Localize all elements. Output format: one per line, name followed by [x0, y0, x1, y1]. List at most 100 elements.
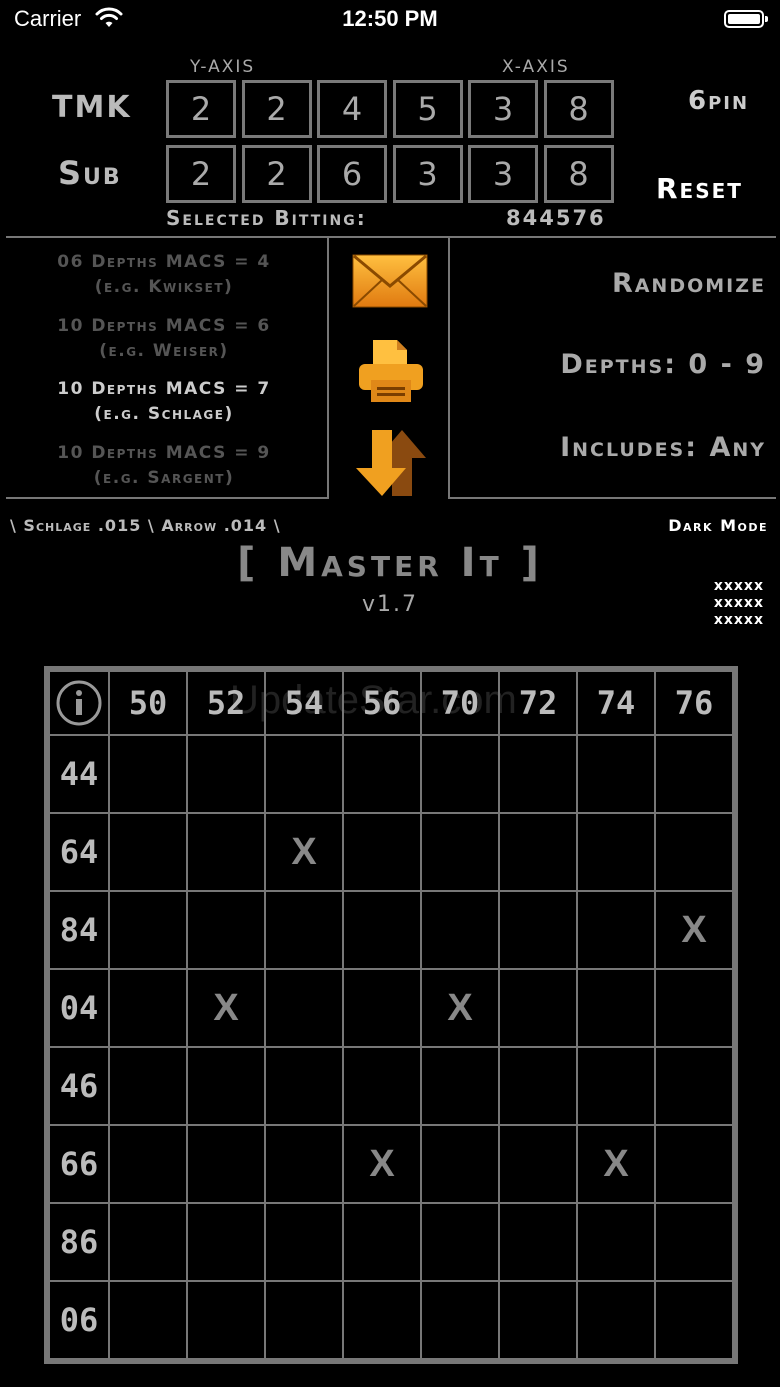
grid-cell[interactable] [266, 1048, 344, 1126]
grid-cell[interactable] [422, 1282, 500, 1360]
grid-cell[interactable] [110, 1204, 188, 1282]
grid-cell[interactable] [344, 892, 422, 970]
grid-cell[interactable] [500, 1048, 578, 1126]
grid-cell[interactable] [188, 736, 266, 814]
reset-button[interactable]: Reset [656, 172, 743, 205]
tmk-cell-1[interactable]: 2 [166, 80, 236, 138]
column-header[interactable]: 74 [578, 672, 656, 736]
column-header[interactable]: 70 [422, 672, 500, 736]
grid-cell[interactable] [578, 1282, 656, 1360]
column-header[interactable]: 76 [656, 672, 734, 736]
grid-cell[interactable] [344, 1282, 422, 1360]
grid-cell[interactable] [656, 814, 734, 892]
grid-cell[interactable] [110, 814, 188, 892]
grid-cell[interactable] [110, 1048, 188, 1126]
grid-cell[interactable] [422, 892, 500, 970]
grid-cell[interactable] [656, 970, 734, 1048]
grid-cell[interactable] [422, 736, 500, 814]
grid-cell[interactable] [110, 892, 188, 970]
grid-cell[interactable] [500, 970, 578, 1048]
grid-cell[interactable] [578, 892, 656, 970]
sub-cell-2[interactable]: 2 [241, 145, 312, 203]
sub-cell-1[interactable]: 2 [166, 145, 236, 203]
grid-cell[interactable] [422, 1048, 500, 1126]
tmk-cell-4[interactable]: 5 [392, 80, 463, 138]
grid-cell[interactable] [500, 892, 578, 970]
tmk-cell-2[interactable]: 2 [241, 80, 312, 138]
row-header[interactable]: 46 [50, 1048, 110, 1126]
grid-cell[interactable] [188, 1048, 266, 1126]
grid-cell[interactable] [422, 1204, 500, 1282]
grid-cell[interactable] [422, 814, 500, 892]
grid-cell[interactable] [578, 1048, 656, 1126]
preset-item[interactable]: 10 Depths MACS = 6 (e.g. Weiser) [8, 314, 320, 364]
tmk-cell-5[interactable]: 3 [468, 80, 538, 138]
grid-cell[interactable] [500, 1126, 578, 1204]
tmk-cell-3[interactable]: 4 [317, 80, 387, 138]
grid-cell[interactable] [110, 1126, 188, 1204]
grid-cell[interactable] [188, 892, 266, 970]
grid-cell[interactable] [110, 970, 188, 1048]
column-header[interactable]: 50 [110, 672, 188, 736]
grid-cell[interactable] [188, 1126, 266, 1204]
swap-arrows-icon[interactable] [354, 428, 428, 502]
row-header[interactable]: 84 [50, 892, 110, 970]
includes-option[interactable]: Includes: Any [560, 432, 766, 463]
grid-cell[interactable] [578, 736, 656, 814]
row-header[interactable]: 44 [50, 736, 110, 814]
grid-cell[interactable] [266, 970, 344, 1048]
grid-cell[interactable] [578, 970, 656, 1048]
column-header[interactable]: 56 [344, 672, 422, 736]
row-header[interactable]: 66 [50, 1126, 110, 1204]
preset-item[interactable]: 10 Depths MACS = 7 (e.g. Schlage) [8, 377, 320, 427]
pin-count-button[interactable]: 6pin [688, 86, 749, 116]
grid-cell[interactable]: X [578, 1126, 656, 1204]
grid-cell[interactable] [656, 1204, 734, 1282]
grid-cell[interactable] [344, 1048, 422, 1126]
grid-cell[interactable] [656, 736, 734, 814]
row-header[interactable]: 04 [50, 970, 110, 1048]
grid-cell[interactable] [656, 1282, 734, 1360]
grid-cell[interactable] [500, 736, 578, 814]
preset-item[interactable]: 06 Depths MACS = 4 (e.g. Kwikset) [8, 250, 320, 300]
grid-cell[interactable] [500, 1204, 578, 1282]
randomize-button[interactable]: Randomize [612, 268, 766, 299]
grid-cell[interactable] [110, 736, 188, 814]
grid-cell[interactable] [500, 1282, 578, 1360]
grid-cell[interactable] [344, 736, 422, 814]
grid-cell[interactable] [500, 814, 578, 892]
grid-cell[interactable] [188, 1204, 266, 1282]
grid-cell[interactable]: X [656, 892, 734, 970]
grid-cell[interactable] [188, 814, 266, 892]
row-header[interactable]: 64 [50, 814, 110, 892]
grid-cell[interactable] [110, 1282, 188, 1360]
grid-cell[interactable] [266, 892, 344, 970]
preset-item[interactable]: 10 Depths MACS = 9 (e.g. Sargent) [8, 441, 320, 491]
tmk-cell-6[interactable]: 8 [543, 80, 614, 138]
printer-icon[interactable] [357, 338, 425, 408]
grid-cell[interactable] [656, 1048, 734, 1126]
grid-cell[interactable] [266, 1282, 344, 1360]
envelope-icon[interactable] [352, 254, 428, 312]
info-icon[interactable] [50, 672, 110, 736]
grid-cell[interactable] [344, 814, 422, 892]
sub-cell-4[interactable]: 3 [392, 145, 463, 203]
column-header[interactable]: 54 [266, 672, 344, 736]
row-header[interactable]: 06 [50, 1282, 110, 1360]
sub-cell-5[interactable]: 3 [468, 145, 538, 203]
sub-cell-6[interactable]: 8 [543, 145, 614, 203]
grid-cell[interactable] [266, 1204, 344, 1282]
grid-cell[interactable] [344, 1204, 422, 1282]
column-header[interactable]: 52 [188, 672, 266, 736]
grid-cell[interactable] [656, 1126, 734, 1204]
grid-cell[interactable] [422, 1126, 500, 1204]
sub-cell-3[interactable]: 6 [317, 145, 387, 203]
grid-cell[interactable]: X [188, 970, 266, 1048]
depths-option[interactable]: Depths: 0 - 9 [560, 349, 766, 380]
dark-mode-toggle[interactable]: Dark Mode [668, 516, 768, 535]
grid-cell[interactable]: X [422, 970, 500, 1048]
grid-cell[interactable] [188, 1282, 266, 1360]
grid-cell[interactable] [578, 1204, 656, 1282]
column-header[interactable]: 72 [500, 672, 578, 736]
row-header[interactable]: 86 [50, 1204, 110, 1282]
